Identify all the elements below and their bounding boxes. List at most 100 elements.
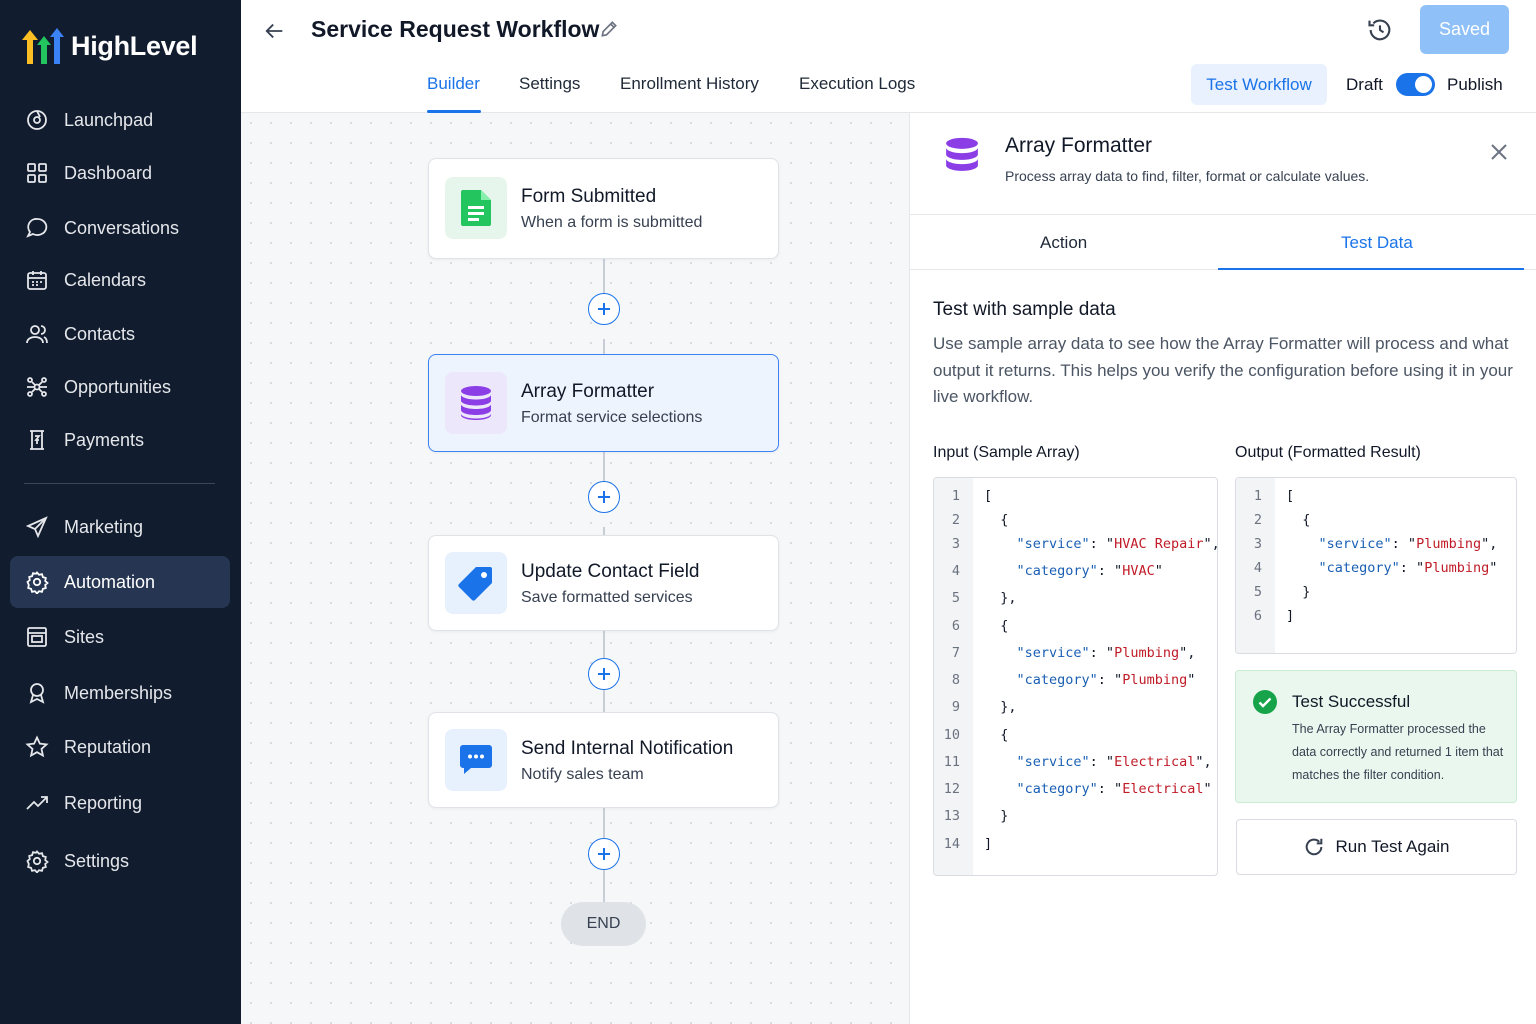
highlevel-logo[interactable]: HighLevel xyxy=(22,26,198,66)
workflow-node-send-internal-notification[interactable]: Send Internal Notification Notify sales … xyxy=(428,712,779,808)
pencil-icon[interactable] xyxy=(599,19,621,41)
node-subtitle: When a form is submitted xyxy=(521,214,703,231)
receipt-icon xyxy=(24,427,50,453)
section-description: Use sample array data to see how the Arr… xyxy=(933,334,1513,406)
calendar-icon xyxy=(24,267,50,293)
sidebar-item-automation[interactable]: Automation xyxy=(10,556,230,608)
node-title: Send Internal Notification xyxy=(521,738,734,759)
run-test-again-button[interactable]: Run Test Again xyxy=(1236,819,1517,875)
end-node: END xyxy=(561,902,646,946)
back-button[interactable] xyxy=(261,17,289,45)
tab-builder[interactable]: Builder xyxy=(427,74,480,94)
sidebar-item-label: Reputation xyxy=(64,736,152,757)
workflow-node-array-formatter[interactable]: Array Formatter Format service selection… xyxy=(428,354,779,452)
check-circle-icon xyxy=(1253,690,1277,714)
sidebar-item-calendars[interactable]: Calendars xyxy=(10,254,230,306)
sidebar-item-marketing[interactable]: Marketing xyxy=(10,501,230,553)
sidebar-item-contacts[interactable]: Contacts xyxy=(10,308,230,360)
sidebar-item-label: Memberships xyxy=(64,682,173,703)
node-subtitle: Format service selections xyxy=(521,409,703,426)
saved-button[interactable]: Saved xyxy=(1420,5,1509,54)
test-workflow-button[interactable]: Test Workflow xyxy=(1191,64,1327,105)
settings-icon xyxy=(24,848,50,874)
refresh-icon xyxy=(1306,838,1323,856)
sidebar-item-label: Conversations xyxy=(64,217,180,238)
divider xyxy=(910,214,1536,215)
workflow-node-form-submitted[interactable]: Form Submitted When a form is submitted xyxy=(428,158,779,259)
plus-icon xyxy=(598,848,610,860)
history-icon[interactable] xyxy=(1366,16,1394,44)
publish-toggle[interactable] xyxy=(1396,73,1435,96)
sidebar-item-reputation[interactable]: Reputation xyxy=(10,721,230,773)
toggle-knob xyxy=(1415,76,1432,93)
sidebar-item-label: Launchpad xyxy=(64,109,154,130)
sidebar-item-payments[interactable]: Payments xyxy=(10,414,230,466)
section-title: Test with sample data xyxy=(933,299,1116,320)
website-icon xyxy=(24,624,50,650)
sidebar-item-memberships[interactable]: Memberships xyxy=(10,667,230,719)
add-step-button[interactable] xyxy=(588,658,620,690)
form-icon xyxy=(445,177,507,239)
success-title: Test Successful xyxy=(1292,692,1411,711)
sidebar-item-launchpad[interactable]: Launchpad xyxy=(10,94,230,146)
database-icon xyxy=(445,372,507,434)
chat-bubble-icon xyxy=(24,215,50,241)
active-tab-indicator xyxy=(1218,268,1524,270)
publish-label: Publish xyxy=(1447,75,1503,94)
sidebar-item-label: Sites xyxy=(64,626,105,647)
grid-icon xyxy=(24,160,50,186)
sidebar-divider xyxy=(24,483,215,484)
sidebar-item-sites[interactable]: Sites xyxy=(10,611,230,663)
send-icon xyxy=(24,514,50,540)
add-step-button[interactable] xyxy=(588,293,620,325)
database-icon xyxy=(940,136,984,180)
tag-icon xyxy=(445,552,507,614)
tab-execution-logs[interactable]: Execution Logs xyxy=(799,74,915,94)
connector-line xyxy=(603,688,605,712)
logo-text: HighLevel xyxy=(71,30,198,61)
success-message: The Array Formatter processed the data c… xyxy=(1292,722,1504,782)
logo-arrows-icon xyxy=(22,28,64,64)
sidebar-item-label: Payments xyxy=(64,429,145,450)
plus-icon xyxy=(598,491,610,503)
sidebar-item-label: Opportunities xyxy=(64,376,172,397)
sidebar-item-opportunities[interactable]: Opportunities xyxy=(10,361,230,413)
sidebar-item-reporting[interactable]: Reporting xyxy=(10,777,230,829)
page-title: Service Request Workflow xyxy=(311,16,600,42)
run-test-again-label: Run Test Again xyxy=(1335,837,1450,856)
arrow-left-icon xyxy=(265,23,283,39)
action-panel: Array Formatter Process array data to fi… xyxy=(909,113,1536,1024)
sidebar: HighLevel Launchpad Dashboard Conversati… xyxy=(0,0,241,1024)
connector-line xyxy=(603,527,605,535)
node-subtitle: Notify sales team xyxy=(521,766,644,783)
tab-action[interactable]: Action xyxy=(1040,233,1087,253)
tab-enrollment-history[interactable]: Enrollment History xyxy=(620,74,759,94)
input-code-editor[interactable]: 1[ 2 { 3 "service": "HVAC Repair", 4 "ca… xyxy=(933,477,1218,876)
sidebar-item-label: Calendars xyxy=(64,269,147,290)
node-subtitle: Save formatted services xyxy=(521,589,693,606)
add-step-button[interactable] xyxy=(588,481,620,513)
network-icon xyxy=(24,374,50,400)
draft-label: Draft xyxy=(1346,75,1383,94)
connector-line xyxy=(603,808,605,838)
workflow-canvas[interactable]: Form Submitted When a form is submitted … xyxy=(241,113,909,1024)
panel-title: Array Formatter xyxy=(1005,134,1153,157)
trend-icon xyxy=(24,790,50,816)
users-icon xyxy=(24,321,50,347)
node-title: Update Contact Field xyxy=(521,561,700,582)
add-step-button[interactable] xyxy=(588,838,620,870)
close-button[interactable] xyxy=(1487,140,1511,164)
workflow-node-update-contact-field[interactable]: Update Contact Field Save formatted serv… xyxy=(428,535,779,631)
tab-settings[interactable]: Settings xyxy=(519,74,580,94)
connector-line xyxy=(603,339,605,354)
sidebar-item-conversations[interactable]: Conversations xyxy=(10,202,230,254)
sidebar-item-label: Reporting xyxy=(64,792,143,813)
header: Service Request Workflow Saved Builder S… xyxy=(241,0,1536,113)
connector-line xyxy=(603,868,605,902)
sidebar-item-label: Marketing xyxy=(64,516,144,537)
plus-icon xyxy=(598,303,610,315)
sidebar-item-dashboard[interactable]: Dashboard xyxy=(10,147,230,199)
output-code-viewer: 1[ 2 { 3 "service": "Plumbing", 4 "categ… xyxy=(1235,477,1517,654)
tab-test-data[interactable]: Test Data xyxy=(1341,233,1413,253)
sidebar-item-settings[interactable]: Settings xyxy=(10,835,230,887)
